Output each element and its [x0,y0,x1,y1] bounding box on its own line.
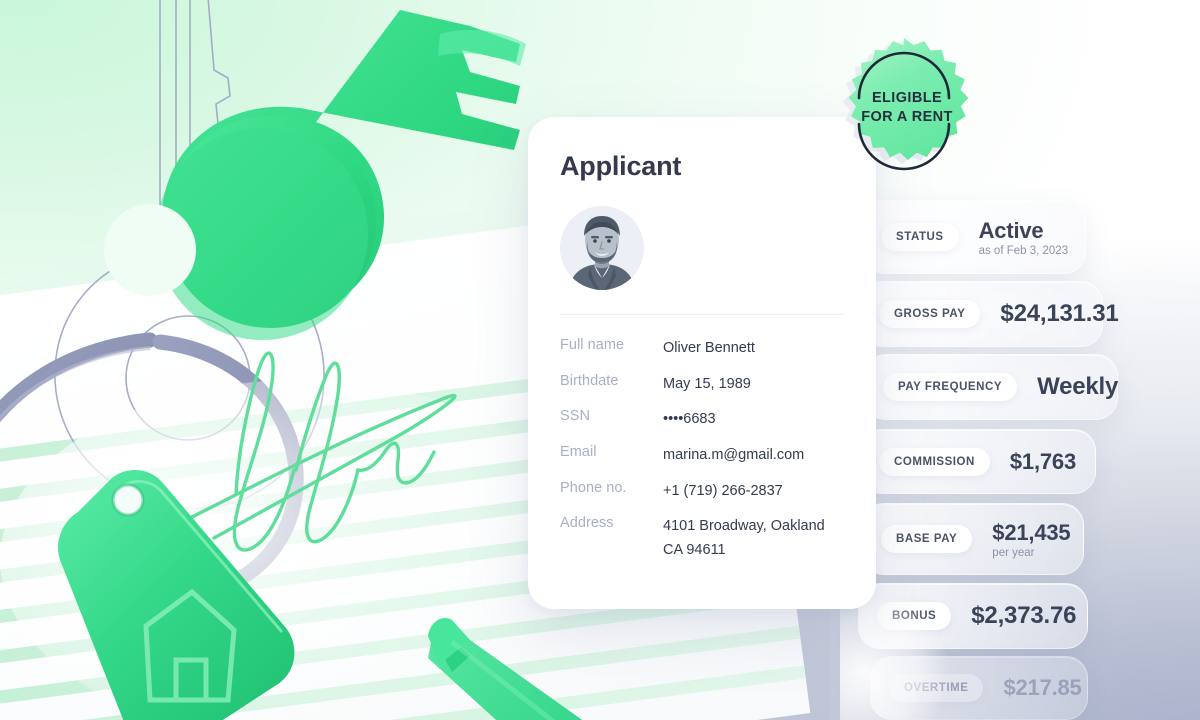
avatar-portrait-icon [560,206,644,290]
pay-card-value: $21,435 [992,519,1071,545]
pay-card-value: $2,373.76 [971,602,1077,629]
field-value-masked: ••••6683 [663,411,716,428]
field-value: 4101 Broadway, Oakland CA 94611 [663,518,825,558]
pay-card-bonus[interactable]: BONUS $2,373.76 [858,583,1088,649]
pay-card-label: BASE PAY [881,525,973,553]
page-title: Applicant [560,151,682,181]
pay-card-commission[interactable]: COMMISSION $1,763 [860,429,1096,494]
field-row-phone: Phone no. +1 (719) 266-2837 [560,480,844,504]
field-label: Full name [560,337,625,353]
field-value: May 15, 1989 [663,375,751,392]
pay-card-value: $217.85 [1003,675,1082,700]
applicant-card: Applicant Full name Oliver Bennett Birth… [528,117,876,609]
field-row-email: Email marina.m@gmail.com [560,444,844,468]
field-value: Oliver Bennett [663,340,755,356]
pay-card-subvalue: per year [992,546,1035,559]
field-row-address: Address 4101 Broadway, Oakland CA 94611 [560,515,844,562]
eligibility-badge: ELIGIBLE FOR A RENT [826,30,988,200]
field-label: SSN [560,408,590,425]
illustration-stage: Applicant Full name Oliver Bennett Birth… [0,0,1200,720]
field-value: marina.m@gmail.com [663,446,805,463]
pay-card-value: $1,763 [1009,448,1076,474]
pay-card-label: BONUS [877,602,952,630]
pay-card-subvalue: as of Feb 3, 2023 [978,244,1069,257]
pay-card-base-pay[interactable]: BASE PAY $21,435 per year [862,503,1084,575]
pay-card-label: PAY FREQUENCY [883,373,1018,401]
pay-card-label: OVERTIME [889,674,984,702]
field-label: Email [560,443,597,460]
field-label: Birthdate [560,372,619,389]
pay-card-pay-frequency[interactable]: PAY FREQUENCY Weekly [864,354,1118,420]
pay-card-label: GROSS PAY [879,300,981,328]
badge-line-1: ELIGIBLE [871,89,943,106]
field-value: +1 (719) 266-2837 [663,482,783,499]
field-label: Address [560,515,614,532]
pay-card-value: $24,131.31 [1000,300,1119,327]
field-row-full-name: Full name Oliver Bennett [560,337,844,361]
pay-card-status[interactable]: STATUS Active as of Feb 3, 2023 [862,200,1086,274]
applicant-details-list: Full name Oliver Bennett Birthdate May 1… [560,337,844,562]
badge-text-block: ELIGIBLE FOR A RENT [826,30,988,200]
pay-card-label: STATUS [881,223,959,251]
pay-card-gross-pay[interactable]: GROSS PAY $24,131.31 [860,281,1119,347]
field-row-ssn: SSN ••••6683 [560,408,844,432]
field-row-birthdate: Birthdate May 15, 1989 [560,373,844,397]
pay-card-overtime[interactable]: OVERTIME $217.85 [870,656,1088,720]
field-label: Phone no. [560,479,627,496]
badge-line-2: FOR A RENT [861,109,953,125]
card-divider [560,314,844,315]
pay-card-value: Weekly [1037,373,1119,400]
pay-card-value: Active [978,217,1044,243]
pay-card-label: COMMISSION [879,447,990,476]
avatar [560,206,644,290]
